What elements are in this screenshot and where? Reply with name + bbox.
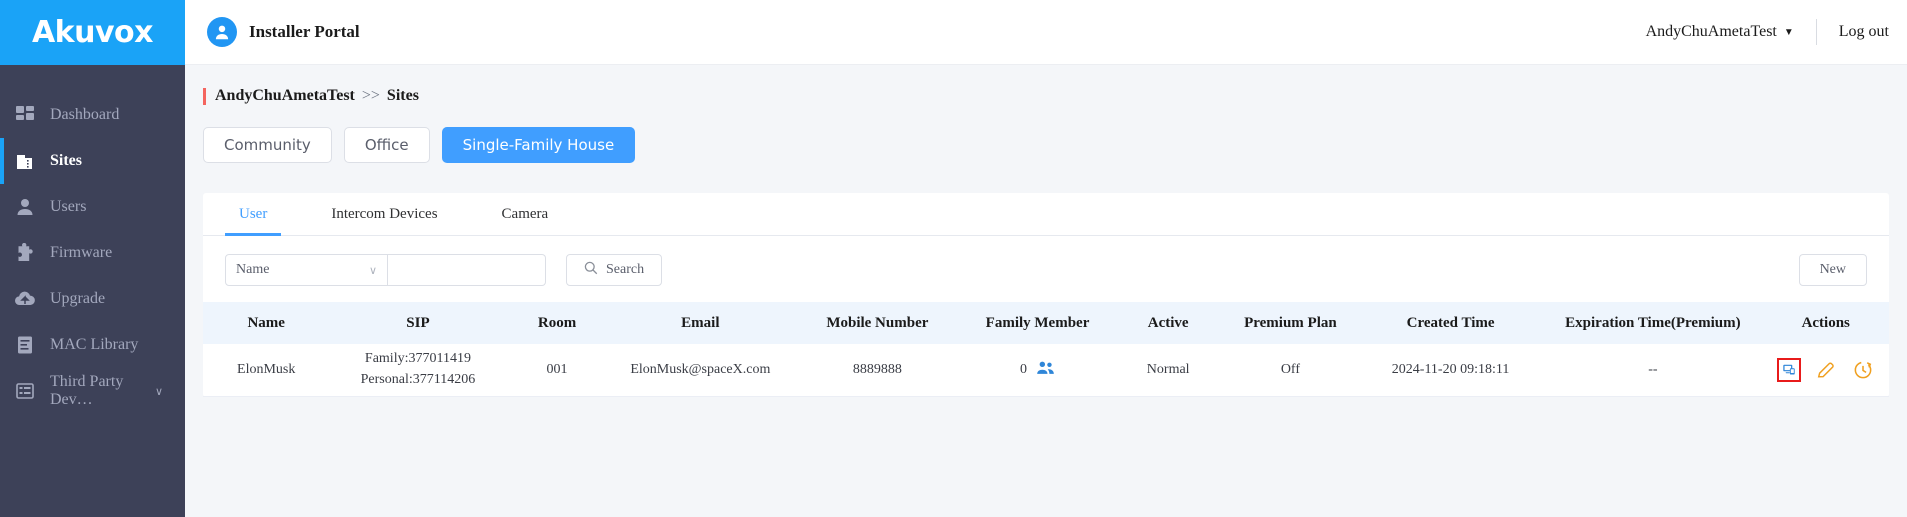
cell-room: 001 (506, 344, 608, 397)
sidebar-item-label: Upgrade (50, 290, 106, 307)
cell-sip-family: Family:377011419 (364, 351, 471, 367)
cell-created-time: 2024-11-20 09:18:11 (1357, 344, 1544, 397)
cell-expiration-time: -- (1543, 344, 1763, 397)
account-menu[interactable]: AndyChuAmetaTest (1646, 23, 1777, 41)
main-area: Installer Portal AndyChuAmetaTest ▼ Log … (185, 0, 1907, 517)
search-button[interactable]: Search (566, 254, 663, 286)
table-header-row: Name SIP Room Email Mobile Number Family… (203, 302, 1889, 344)
column-header-premium-plan: Premium Plan (1244, 314, 1337, 331)
column-header-created-time: Created Time (1406, 314, 1495, 331)
breadcrumb: AndyChuAmetaTest >> Sites (203, 87, 1889, 105)
header-divider (1815, 19, 1817, 45)
chevron-down-icon[interactable]: ∨ (155, 385, 163, 398)
sidebar-item-users[interactable]: Users (0, 184, 185, 230)
cell-name: ElonMusk (203, 344, 330, 397)
sidebar-item-sites[interactable]: Sites (0, 138, 185, 184)
header-right-controls: AndyChuAmetaTest ▼ Log out (1646, 19, 1889, 45)
content-region: AndyChuAmetaTest >> Sites Community Offi… (185, 65, 1907, 517)
brand-logo[interactable]: Akuvox (0, 0, 185, 65)
document-list-icon (14, 334, 36, 356)
column-header-room: Room (537, 314, 577, 331)
sidebar-item-mac-library[interactable]: MAC Library (0, 322, 185, 368)
site-type-office-button[interactable]: Office (343, 127, 430, 163)
user-icon (14, 196, 36, 218)
tab-intercom-devices[interactable]: Intercom Devices (317, 193, 451, 235)
sidebar-item-upgrade[interactable]: Upgrade (0, 276, 185, 322)
puzzle-piece-icon (14, 242, 36, 264)
sidebar-item-label: Users (50, 198, 87, 215)
panel-tabs: User Intercom Devices Camera (203, 193, 1889, 236)
site-type-community-button[interactable]: Community (203, 127, 332, 163)
reset-refresh-icon[interactable] (1851, 358, 1875, 382)
page-title: Installer Portal (249, 22, 360, 41)
site-type-filter-group: Community Office Single-Family House (203, 127, 1889, 163)
tab-user[interactable]: User (225, 193, 282, 236)
people-group-icon[interactable] (1036, 360, 1055, 380)
cell-sip: Family:377011419 Personal:377114206 (329, 344, 507, 397)
dashboard-grid-icon (14, 104, 36, 126)
sites-panel: User Intercom Devices Camera Name ∨ Sear (203, 193, 1889, 397)
tab-camera[interactable]: Camera (488, 193, 563, 235)
sidebar-item-label: Third Party Dev… (50, 373, 124, 408)
family-member-count: 0 (1020, 361, 1028, 377)
cell-actions (1762, 344, 1889, 397)
sidebar-nav: Dashboard Sites Users Firmware Upgrade M… (0, 65, 185, 414)
building-icon (14, 150, 36, 172)
sidebar-item-label: MAC Library (50, 336, 139, 353)
table-row[interactable]: ElonMusk Family:377011419 Personal:37711… (203, 344, 1889, 397)
column-header-mobile-number: Mobile Number (826, 314, 929, 331)
cell-premium-plan: Off (1222, 344, 1358, 397)
user-avatar-icon (207, 17, 237, 47)
sidebar-item-label: Firmware (50, 244, 113, 261)
sidebar-item-label: Sites (50, 152, 82, 169)
sidebar-item-firmware[interactable]: Firmware (0, 230, 185, 276)
sidebar: Akuvox Dashboard Sites Users Firmware Up… (0, 0, 185, 517)
users-table: Name SIP Room Email Mobile Number Family… (203, 302, 1889, 397)
cell-active: Normal (1113, 344, 1223, 397)
app-window: Akuvox Dashboard Sites Users Firmware Up… (0, 0, 1907, 517)
breadcrumb-current: Sites (386, 87, 419, 104)
monitor-device-icon[interactable] (1776, 357, 1801, 382)
new-button[interactable]: New (1798, 254, 1867, 286)
column-header-actions: Actions (1801, 314, 1850, 331)
magnifier-icon (584, 261, 598, 280)
column-header-family-member: Family Member (985, 314, 1090, 331)
column-header-email: Email (681, 314, 720, 331)
column-header-expiration-time: Expiration Time(Premium) (1565, 314, 1741, 331)
brand-logo-text: Akuvox (31, 15, 154, 50)
pencil-edit-icon[interactable] (1814, 358, 1838, 382)
search-button-label: Search (606, 262, 645, 277)
search-field-select-value: Name (236, 262, 270, 277)
column-header-active: Active (1147, 314, 1189, 331)
cell-email: ElonMusk@spaceX.com (607, 344, 794, 397)
cell-family-member: 0 (961, 344, 1114, 397)
cell-sip-personal: Personal:377114206 (360, 371, 476, 387)
breadcrumb-accent-bar (203, 87, 206, 105)
breadcrumb-separator: >> (361, 87, 380, 104)
site-type-single-family-house-button[interactable]: Single-Family House (441, 127, 636, 163)
sidebar-item-dashboard[interactable]: Dashboard (0, 92, 185, 138)
sidebar-item-third-party-dev[interactable]: Third Party Dev… ∨ (0, 368, 185, 414)
cell-mobile-number: 8889888 (793, 344, 962, 397)
search-toolbar: Name ∨ Search New (203, 236, 1889, 302)
sidebar-item-label: Dashboard (50, 106, 120, 123)
list-panel-icon (14, 380, 36, 402)
column-header-sip: SIP (406, 314, 430, 331)
breadcrumb-root[interactable]: AndyChuAmetaTest (215, 87, 355, 105)
search-input[interactable] (388, 254, 546, 286)
search-field-select[interactable]: Name ∨ (225, 254, 388, 286)
cloud-upload-icon (14, 288, 36, 310)
column-header-name: Name (247, 314, 285, 331)
chevron-down-icon[interactable]: ▼ (1784, 27, 1794, 38)
chevron-down-icon: ∨ (368, 264, 377, 277)
top-header-bar: Installer Portal AndyChuAmetaTest ▼ Log … (185, 0, 1907, 65)
logout-button[interactable]: Log out (1839, 23, 1889, 41)
